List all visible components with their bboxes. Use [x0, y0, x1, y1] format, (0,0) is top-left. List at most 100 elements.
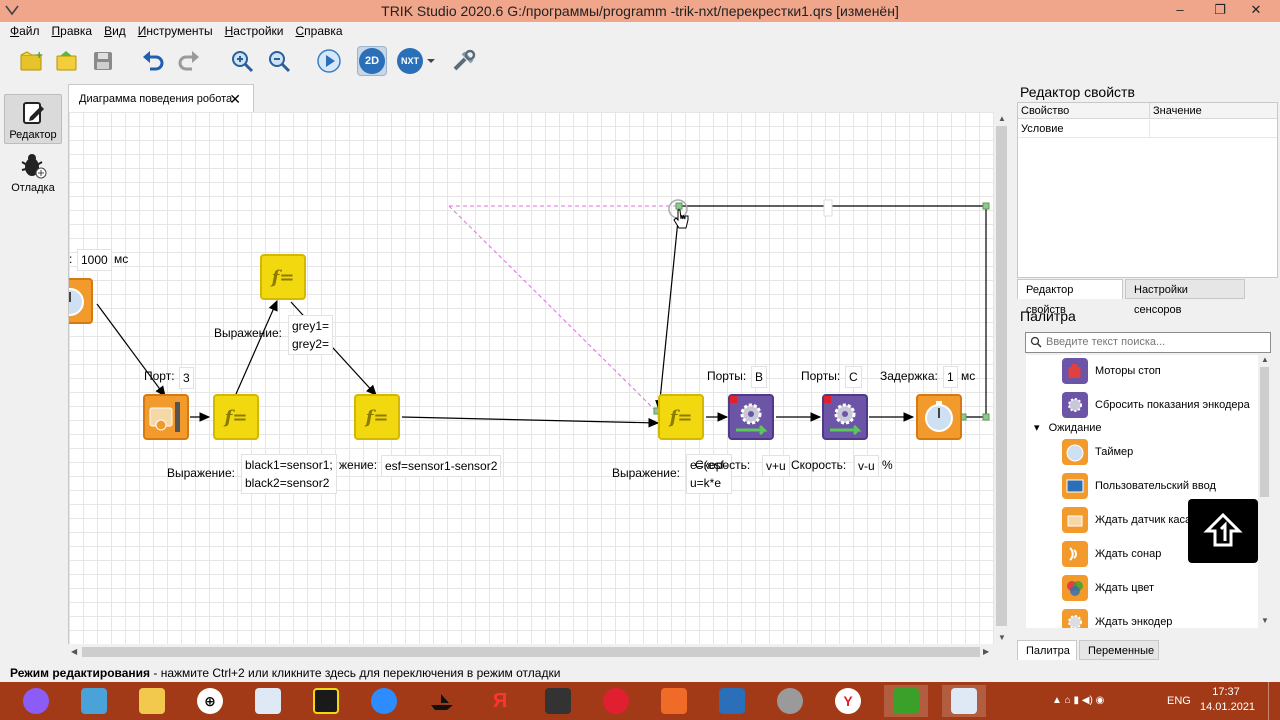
zoom-out-icon[interactable]: [264, 46, 294, 76]
mode-nxt-button[interactable]: NXT: [395, 46, 425, 76]
taskbar-yandex-browser-icon[interactable]: Y: [826, 685, 870, 717]
tab-property-editor[interactable]: Редактор свойств: [1017, 279, 1123, 316]
status-bar[interactable]: Режим редактирования - нажмите Ctrl+2 ил…: [0, 664, 1280, 682]
mode-2d-button[interactable]: 2D: [357, 46, 387, 76]
search-icon: [1030, 335, 1042, 354]
tray-clock[interactable]: 17:37 14.01.2021: [1200, 685, 1255, 715]
link-handle[interactable]: [982, 202, 990, 210]
canvas-horizontal-scrollbar[interactable]: ◀ ▶: [68, 644, 994, 660]
ports-c-field[interactable]: C: [845, 366, 862, 388]
motor-forward-block-b[interactable]: [728, 394, 774, 440]
property-condition-value[interactable]: [1149, 120, 1277, 138]
taskbar-zoom-icon[interactable]: [362, 685, 406, 717]
save-icon[interactable]: [88, 46, 118, 76]
color-sensor-icon: [1062, 575, 1088, 601]
show-desktop-button[interactable]: [1268, 682, 1278, 720]
speed-b-field[interactable]: v+u: [762, 455, 790, 477]
palette-item-wait-encoder[interactable]: Ждать энкодер: [1062, 608, 1258, 628]
tab-palette[interactable]: Палитра: [1017, 640, 1077, 660]
col-property-header: Свойство: [1018, 103, 1149, 119]
motor-forward-block-c[interactable]: [822, 394, 868, 440]
palette-item-timer[interactable]: Таймер: [1062, 438, 1258, 466]
delay-timer-block[interactable]: [916, 394, 962, 440]
link-label-box: [823, 199, 833, 217]
menu-tools[interactable]: Инструменты: [132, 22, 219, 40]
port-value-field[interactable]: 3: [179, 367, 194, 389]
tab-robot-behavior-diagram[interactable]: Диаграмма поведения робота ✕: [68, 84, 254, 112]
taskbar-window-icon[interactable]: [942, 685, 986, 717]
function-block-grey[interactable]: f=: [260, 254, 306, 300]
palette-item-reset-encoder[interactable]: Сбросить показания энкодера: [1062, 391, 1258, 419]
editor-mode-button[interactable]: Редактор: [4, 94, 62, 144]
taskbar-screenshot-icon[interactable]: [652, 685, 696, 717]
maximize-button[interactable]: ❐: [1203, 0, 1237, 22]
chevron-down-icon: ▾: [1034, 422, 1040, 434]
loop-back-link[interactable]: [680, 205, 987, 418]
undo-icon[interactable]: [138, 46, 168, 76]
ports-b-field[interactable]: B: [751, 366, 768, 388]
settings-tools-icon[interactable]: [449, 46, 479, 76]
light-sensor-icon: [149, 402, 180, 432]
menu-view[interactable]: Вид: [98, 22, 132, 40]
link[interactable]: [401, 416, 660, 428]
run-icon[interactable]: [314, 46, 344, 76]
link[interactable]: [655, 209, 680, 412]
menu-edit[interactable]: Правка: [46, 22, 99, 40]
taskbar-ship-icon[interactable]: [420, 685, 464, 717]
open-project-icon[interactable]: [52, 46, 82, 76]
function-block-black[interactable]: f=: [213, 394, 259, 440]
expr-field-esf[interactable]: esf=sensor1-sensor2: [381, 455, 502, 477]
tab-variables[interactable]: Переменные: [1079, 640, 1159, 660]
speed-c-field[interactable]: v-u: [854, 455, 879, 477]
taskbar-control-panel-icon[interactable]: [72, 685, 116, 717]
palette-item-wait-color[interactable]: Ждать цвет: [1062, 574, 1258, 602]
taskbar-video-icon[interactable]: [536, 685, 580, 717]
zoom-in-icon[interactable]: [227, 46, 257, 76]
tab-close-icon[interactable]: ✕: [229, 85, 241, 113]
wait-light-sensor-block[interactable]: [143, 394, 189, 440]
taskbar-trik-studio-icon[interactable]: [884, 685, 928, 717]
expr-field-grey[interactable]: grey1= grey2=: [288, 315, 334, 355]
timer-value-field[interactable]: 1000: [77, 249, 112, 271]
redo-icon[interactable]: [174, 46, 204, 76]
palette-item-user-input[interactable]: Пользовательский ввод: [1062, 472, 1258, 500]
palette-scroll-thumb[interactable]: [1260, 367, 1269, 497]
taskbar-yandex-icon[interactable]: Я: [478, 685, 522, 717]
robot-model-dropdown-icon[interactable]: [423, 46, 439, 76]
debug-mode-button[interactable]: Отладка: [4, 148, 62, 198]
new-project-icon[interactable]: +: [16, 46, 46, 76]
taskbar-game-icon[interactable]: [304, 685, 348, 717]
encoder-icon: [1062, 609, 1088, 628]
delay-value-field[interactable]: 1: [943, 366, 958, 388]
close-window-button[interactable]: ✕: [1239, 0, 1273, 22]
tray-icons[interactable]: ▲ ⌂ ▮ ◀) ◉: [1052, 682, 1104, 720]
function-block-pid[interactable]: f=: [658, 394, 704, 440]
taskbar-explorer-icon[interactable]: [130, 685, 174, 717]
taskbar-robot-icon[interactable]: [768, 685, 812, 717]
palette-group-wait[interactable]: ▾ Ожидание: [1034, 421, 1102, 434]
tab-sensor-settings[interactable]: Настройки сенсоров: [1125, 279, 1245, 316]
diagram-canvas[interactable]: : 1000 мс Порт: 3 f= f= f= f= Выражение:…: [68, 112, 994, 644]
horizontal-scroll-thumb[interactable]: [82, 647, 980, 657]
timer-block[interactable]: [69, 278, 93, 324]
palette-scrollbar[interactable]: ▲ ▼: [1258, 355, 1271, 628]
taskbar-app-icon[interactable]: ⊕: [188, 685, 232, 717]
menu-help[interactable]: Справка: [289, 22, 348, 40]
vertical-scroll-thumb[interactable]: [996, 126, 1007, 626]
overlay-upload-icon[interactable]: [1188, 499, 1258, 563]
palette-search-input[interactable]: Введите текст поиска...: [1025, 332, 1271, 353]
tray-language[interactable]: ENG: [1167, 682, 1191, 720]
link[interactable]: [235, 299, 278, 395]
menu-settings[interactable]: Настройки: [219, 22, 290, 40]
minimize-button[interactable]: ‒: [1163, 0, 1197, 22]
menu-file[interactable]: Файл: [4, 22, 46, 40]
taskbar-opera-icon[interactable]: [594, 685, 638, 717]
canvas-vertical-scrollbar[interactable]: ▲ ▼: [994, 112, 1010, 646]
taskbar-paint-icon[interactable]: [710, 685, 754, 717]
expr-field-black[interactable]: black1=sensor1; black2=sensor2: [241, 454, 337, 494]
link-handle[interactable]: [982, 413, 990, 421]
taskbar-alice-icon[interactable]: [14, 685, 58, 717]
taskbar-document-icon[interactable]: [246, 685, 290, 717]
palette-item-motors-stop[interactable]: Моторы стоп: [1062, 357, 1258, 385]
function-block-esf[interactable]: f=: [354, 394, 400, 440]
